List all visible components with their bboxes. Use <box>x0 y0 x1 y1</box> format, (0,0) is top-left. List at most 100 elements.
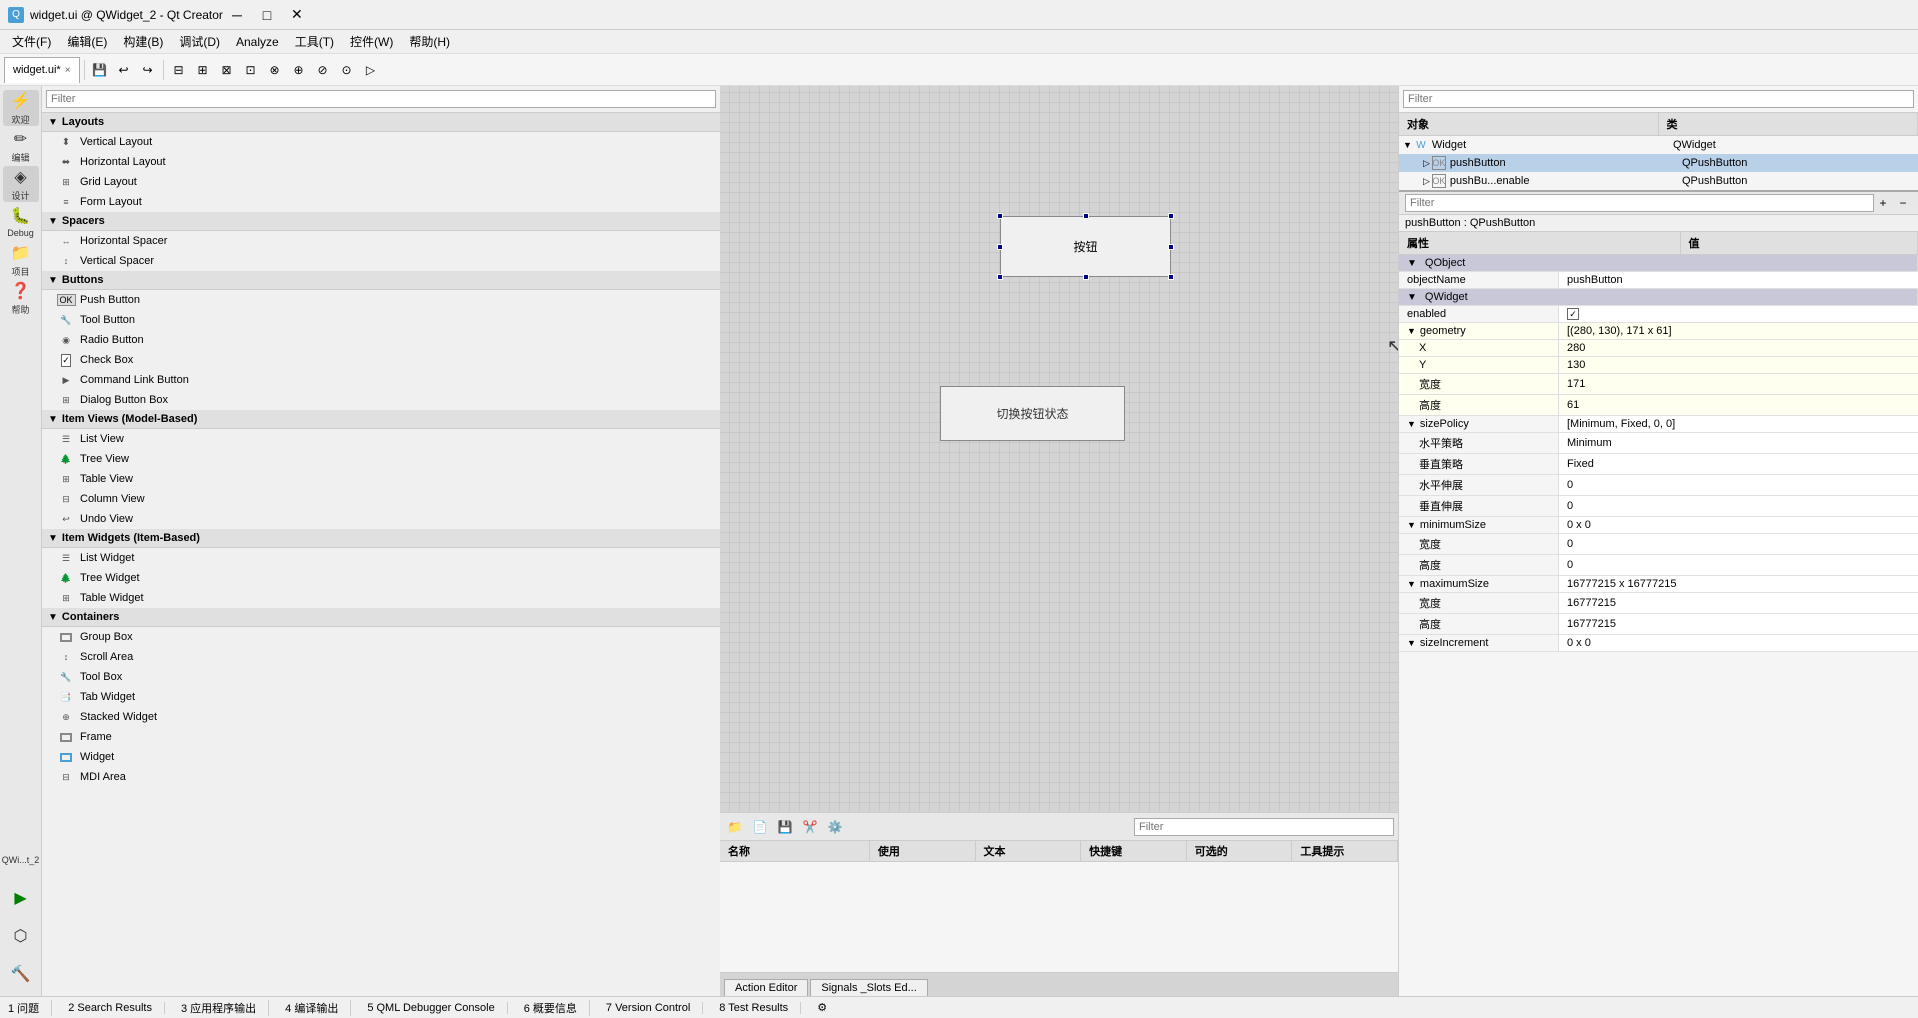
handle-bl[interactable] <box>997 274 1003 280</box>
props-remove-btn[interactable]: − <box>1894 194 1912 212</box>
sidebar-build[interactable]: 🔨 <box>3 956 39 992</box>
bottom-save-btn[interactable]: 💾 <box>774 816 796 838</box>
status-summary[interactable]: 6 概要信息 <box>524 1000 590 1016</box>
sidebar-help[interactable]: ❓ 帮助 <box>3 280 39 316</box>
close-tab-button[interactable]: × <box>65 65 71 76</box>
widget-form-layout[interactable]: ≡ Form Layout <box>42 192 720 212</box>
sizepolicy-expand[interactable]: ▼ <box>1407 419 1416 429</box>
status-version-control[interactable]: 7 Version Control <box>606 1002 703 1014</box>
handle-bm[interactable] <box>1083 274 1089 280</box>
sidebar-run[interactable]: ▶ <box>3 880 39 916</box>
props-row-height-geo[interactable]: 高度 61 <box>1399 395 1918 416</box>
props-row-sizeincrement[interactable]: ▼ sizeIncrement 0 x 0 <box>1399 635 1918 652</box>
section-item-views[interactable]: ▼ Item Views (Model-Based) <box>42 410 720 429</box>
toolbar-preview[interactable]: ▷ <box>360 59 382 81</box>
menu-analyze[interactable]: Analyze <box>228 30 287 53</box>
props-row-maxsize[interactable]: ▼ maximumSize 16777215 x 16777215 <box>1399 576 1918 593</box>
props-row-geometry[interactable]: ▼ geometry [(280, 130), 171 x 61] <box>1399 323 1918 340</box>
widget-tool-button[interactable]: 🔧 Tool Button <box>42 310 720 330</box>
section-buttons[interactable]: ▼ Buttons <box>42 271 720 290</box>
widget-check-box[interactable]: ✓ Check Box <box>42 350 720 370</box>
pushbutton-expand-arrow[interactable]: ▷ <box>1423 158 1430 169</box>
props-row-maxheight[interactable]: 高度 16777215 <box>1399 614 1918 635</box>
toolbar-undo-btn[interactable]: ↩ <box>113 59 135 81</box>
menu-file[interactable]: 文件(F) <box>4 30 59 53</box>
status-problems[interactable]: 1 问题 <box>8 1000 52 1016</box>
sidebar-edit[interactable]: ✏ 编辑 <box>3 128 39 164</box>
maximize-button[interactable]: □ <box>253 1 281 29</box>
menu-tools[interactable]: 工具(T) <box>287 30 342 53</box>
editor-tab[interactable]: widget.ui* × <box>4 57 80 83</box>
bottom-settings-btn[interactable]: ⚙️ <box>824 816 846 838</box>
close-button[interactable]: ✕ <box>283 1 311 29</box>
widget-tree-view[interactable]: 🌲 Tree View <box>42 449 720 469</box>
widget-tree-widget[interactable]: 🌲 Tree Widget <box>42 568 720 588</box>
sidebar-design[interactable]: ◈ 设计 <box>3 166 39 202</box>
minsize-expand[interactable]: ▼ <box>1407 520 1416 530</box>
widget-command-link-button[interactable]: ▶ Command Link Button <box>42 370 720 390</box>
canvas-area[interactable]: 按钮 切换按钮状态 ↖ <box>720 86 1398 812</box>
widget-list-view[interactable]: ☰ List View <box>42 429 720 449</box>
props-add-btn[interactable]: + <box>1874 194 1892 212</box>
sidebar-qwi[interactable]: QWi...t_2 <box>3 842 39 878</box>
props-row-x[interactable]: X 280 <box>1399 340 1918 357</box>
props-row-vstretch[interactable]: 垂直伸展 0 <box>1399 496 1918 517</box>
status-test-results[interactable]: 8 Test Results <box>719 1002 801 1014</box>
menu-widgets[interactable]: 控件(W) <box>342 30 401 53</box>
bottom-open-btn[interactable]: 📁 <box>724 816 746 838</box>
toggle-button-widget[interactable]: 切换按钮状态 <box>940 386 1125 441</box>
toolbar-layout-h[interactable]: ⊟ <box>168 59 190 81</box>
widget-scroll-area[interactable]: ↕ Scroll Area <box>42 647 720 667</box>
widget-stacked-widget[interactable]: ⊕ Stacked Widget <box>42 707 720 727</box>
push-button-canvas[interactable]: 按钮 <box>1000 216 1171 277</box>
toolbar-redo-btn[interactable]: ↪ <box>137 59 159 81</box>
tree-row-widget[interactable]: ▼ W Widget QWidget <box>1399 136 1918 154</box>
status-app-output[interactable]: 3 应用程序输出 <box>181 1000 269 1016</box>
pushbutton-enable-expand-arrow[interactable]: ▷ <box>1423 176 1430 187</box>
toolbar-save-btn[interactable]: 💾 <box>89 59 111 81</box>
status-search[interactable]: 2 Search Results <box>68 1002 165 1014</box>
bottom-delete-btn[interactable]: ✂️ <box>799 816 821 838</box>
maxsize-expand[interactable]: ▼ <box>1407 579 1416 589</box>
widget-table-view[interactable]: ⊞ Table View <box>42 469 720 489</box>
signals-slots-tab[interactable]: Signals _Slots Ed... <box>810 979 927 996</box>
push-button-widget[interactable]: 按钮 <box>1000 216 1171 277</box>
toolbar-tab-order[interactable]: ⊘ <box>312 59 334 81</box>
props-row-minwidth[interactable]: 宽度 0 <box>1399 534 1918 555</box>
toolbar-buddies[interactable]: ⊙ <box>336 59 358 81</box>
status-compile[interactable]: 4 编译输出 <box>285 1000 351 1016</box>
props-row-vpolicy[interactable]: 垂直策略 Fixed <box>1399 454 1918 475</box>
handle-ml[interactable] <box>997 244 1003 250</box>
tree-row-pushbutton-enable[interactable]: ▷ OK pushBu...enable QPushButton <box>1399 172 1918 190</box>
widget-vertical-spacer[interactable]: ↕ Vertical Spacer <box>42 251 720 271</box>
properties-filter-input[interactable] <box>1405 194 1874 212</box>
handle-br[interactable] <box>1168 274 1174 280</box>
props-row-sizepolicy[interactable]: ▼ sizePolicy [Minimum, Fixed, 0, 0] <box>1399 416 1918 433</box>
menu-help[interactable]: 帮助(H) <box>401 30 458 53</box>
props-row-y[interactable]: Y 130 <box>1399 357 1918 374</box>
handle-tm[interactable] <box>1083 213 1089 219</box>
props-section-qobject[interactable]: ▼ QObject <box>1399 255 1918 272</box>
props-row-hpolicy[interactable]: 水平策略 Minimum <box>1399 433 1918 454</box>
props-row-objectname[interactable]: objectName pushButton <box>1399 272 1918 289</box>
widget-dialog-button-box[interactable]: ⊞ Dialog Button Box <box>42 390 720 410</box>
toolbar-layout-f[interactable]: ⊡ <box>240 59 262 81</box>
props-row-enabled[interactable]: enabled <box>1399 306 1918 323</box>
props-section-qwidget[interactable]: ▼ QWidget <box>1399 289 1918 306</box>
widget-mdi-area[interactable]: ⊟ MDI Area <box>42 767 720 787</box>
menu-edit[interactable]: 编辑(E) <box>59 30 115 53</box>
status-qml-debug[interactable]: 5 QML Debugger Console <box>367 1002 507 1014</box>
tree-row-pushbutton[interactable]: ▷ OK pushButton QPushButton <box>1399 154 1918 172</box>
widget-filter-input[interactable] <box>46 90 716 108</box>
widget-group-box[interactable]: Group Box <box>42 627 720 647</box>
menu-build[interactable]: 构建(B) <box>115 30 171 53</box>
action-editor-tab[interactable]: Action Editor <box>724 979 808 996</box>
sidebar-debug[interactable]: 🐛 Debug <box>3 204 39 240</box>
widget-column-view[interactable]: ⊟ Column View <box>42 489 720 509</box>
props-row-width-geo[interactable]: 宽度 171 <box>1399 374 1918 395</box>
handle-tr[interactable] <box>1168 213 1174 219</box>
sidebar-welcome[interactable]: ⚡ 欢迎 <box>3 90 39 126</box>
widget-vertical-layout[interactable]: ⬍ Vertical Layout <box>42 132 720 152</box>
widget-push-button[interactable]: OK Push Button <box>42 290 720 310</box>
widget-expand-arrow[interactable]: ▼ <box>1403 140 1412 150</box>
